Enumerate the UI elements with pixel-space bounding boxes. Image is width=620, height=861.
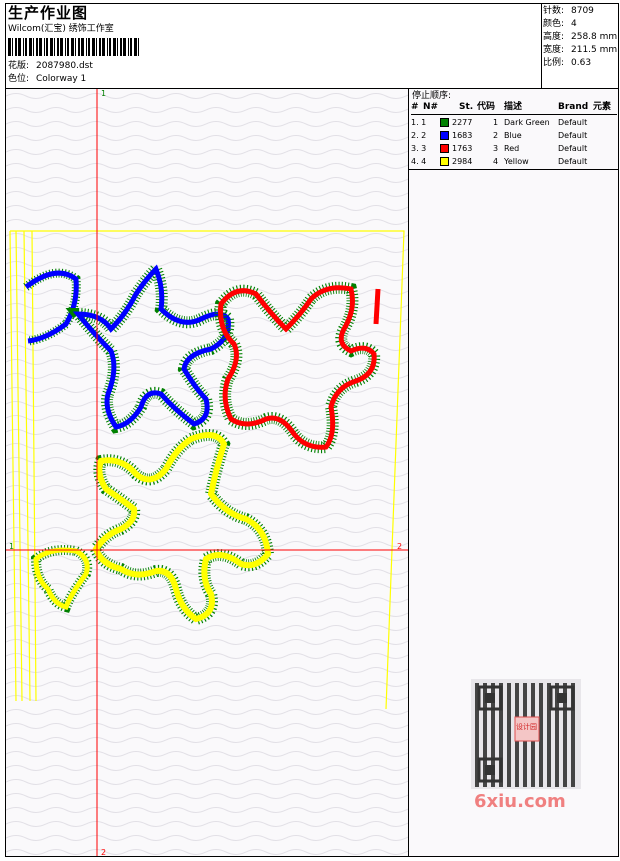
watermark-text: 6xiu.com [474, 791, 566, 812]
design-value: 2087980.dst [36, 61, 93, 71]
row-stitches: 2277 [452, 118, 473, 127]
row-index: 1. 1 [411, 118, 427, 127]
stat-colors-value: 4 [571, 19, 577, 29]
color-swatch-2 [440, 131, 449, 140]
stop-sequence-title: 停止顺序: [412, 91, 452, 101]
row-description: Yellow [504, 157, 529, 166]
stat-width-value: 211.5 mm [571, 45, 618, 55]
table-row: 4. 4 2984 4 Yellow Default [409, 156, 619, 168]
stat-width-label: 宽度: [543, 45, 565, 55]
embroidery-preview [6, 89, 408, 856]
color-swatch-3 [440, 144, 449, 153]
row-code: 4 [493, 157, 499, 166]
stat-scale-label: 比例: [543, 58, 565, 68]
design-label: 花版: [8, 61, 30, 71]
row-brand: Default [558, 157, 588, 166]
col-code: 代码 [477, 102, 496, 112]
row-code: 1 [493, 118, 499, 127]
color-swatch-1 [440, 118, 449, 127]
stat-height-value: 258.8 mm [571, 32, 618, 42]
table-row: 3. 3 1763 3 Red Default [409, 143, 619, 155]
row-code: 3 [493, 144, 499, 153]
row-stitches: 2984 [452, 157, 473, 166]
stat-stitches-label: 针数: [543, 6, 565, 16]
guide-label-left: 1 [9, 542, 15, 551]
row-brand: Default [558, 144, 588, 153]
stop-sequence-header: # N# St. 代码 描述 Brand 元素 [409, 103, 619, 115]
qr-code-icon [475, 683, 575, 787]
stat-stitches-value: 8709 [571, 6, 594, 16]
qr-code-watermark: 设计园 [471, 679, 581, 789]
row-brand: Default [558, 118, 588, 127]
guide-label-bottom: 2 [101, 848, 107, 857]
stat-height-label: 高度: [543, 32, 565, 42]
row-description: Blue [504, 131, 522, 140]
color-swatch-4 [440, 157, 449, 166]
seal-text: 设计园 [516, 723, 537, 731]
colorway-label: 色位: [8, 74, 30, 84]
row-index: 4. 4 [411, 157, 427, 166]
company-name: Wilcom(汇宝) 绣饰工作室 [8, 24, 114, 34]
col-brand: Brand [558, 102, 589, 112]
col-hash: # [411, 102, 419, 112]
row-stitches: 1763 [452, 144, 473, 153]
stop-sequence-panel: 停止顺序: # N# St. 代码 描述 Brand 元素 1. 1 2277 … [409, 88, 619, 857]
guide-label-top: 1 [101, 89, 107, 98]
row-description: Red [504, 144, 520, 153]
col-description: 描述 [504, 102, 523, 112]
row-index: 3. 3 [411, 144, 427, 153]
colorway-value: Colorway 1 [36, 74, 87, 84]
table-row: 2. 2 1683 2 Blue Default [409, 130, 619, 142]
table-row: 1. 1 2277 1 Dark Green Default [409, 117, 619, 129]
design-canvas: 1 2 1 2 [5, 88, 409, 857]
row-stitches: 1683 [452, 131, 473, 140]
stat-colors-label: 颜色: [543, 19, 565, 29]
stat-scale-value: 0.63 [571, 58, 592, 68]
row-brand: Default [558, 131, 588, 140]
page-title: 生产作业图 [8, 4, 89, 22]
barcode [8, 38, 139, 56]
row-index: 2. 2 [411, 131, 427, 140]
row-code: 2 [493, 131, 499, 140]
row-description: Dark Green [504, 118, 550, 127]
col-element: 元素 [593, 102, 612, 112]
col-number: N# [423, 102, 439, 112]
col-stitches: St. [459, 102, 474, 112]
guide-label-right: 2 [397, 542, 403, 551]
